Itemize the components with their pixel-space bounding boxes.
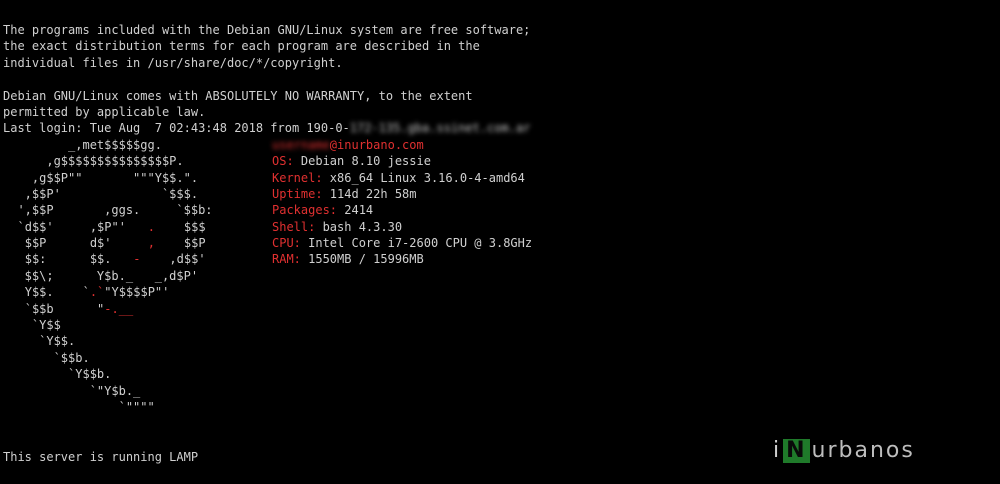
art-row-14: `Y$$b. [3,366,993,382]
debian-swirl-art-line: `$$b "-.__ [24,301,134,316]
sysinfo-key: Uptime: [272,186,323,201]
logo-text-rest: urbanos [811,437,915,463]
sysinfo-uptime: Uptime: 114d 22h 58m [272,186,417,202]
debian-swirl-art-line: `$$b. [3,350,90,365]
sysinfo-value: Debian 8.10 jessie [293,154,431,169]
sysinfo-key: Packages: [272,203,338,218]
art-row-5: `d$$' ,$P"' . $$$ Shell: bash 4.3.30 [3,219,993,235]
sysinfo-key: OS: [272,154,294,169]
sysinfo-os: OS: Debian 8.10 jessie [272,153,431,169]
sysinfo-cpu: CPU: Intel Core i7-2600 CPU @ 3.8GHz [272,235,532,251]
sysinfo-value: 1550MB / 15996MB [300,252,424,267]
art-row-13: `$$b. [3,350,993,366]
logo-letter-i: i [773,437,782,463]
blurred-username: username [272,137,330,152]
user-host-line: username@inurbano.com [272,137,424,153]
inurbanos-logo: i Nurbanos [773,436,915,466]
art-row-0: _,met$$$$$gg. username@inurbano.com [3,137,993,153]
debian-swirl-art-line: `Y$$. [3,334,76,349]
art-row-1: ,g$$$$$$$$$$$$$$$P. OS: Debian 8.10 jess… [3,153,993,169]
sysinfo-value: 2414 [337,203,374,218]
art-row-9: Y$$. `.`"Y$$$$P"' [3,284,993,300]
art-row-10: `$$b "-.__ [3,301,993,317]
art-row-8: $$\; Y$b._ _,d$P' [3,268,993,284]
debian-swirl-art-line: `Y$$b. [3,367,112,382]
debian-swirl-art-line: `d$$' ,$P"' . $$$ [17,219,206,234]
debian-swirl-art-line: _,met$$$$$gg. [3,137,162,152]
debian-swirl-art-line: `"Y$b._ [3,383,141,398]
sysinfo-key: Shell: [272,219,316,234]
motd-line-2: the exact distribution terms for each pr… [3,39,480,54]
art-row-11: `Y$$ [3,317,993,333]
art-row-3: ,$$P' `$$$. Uptime: 114d 22h 58m [3,186,993,202]
debian-swirl-art-line: ,g$$P"" """Y$$.". [3,170,199,185]
motd-line-1: The programs included with the Debian GN… [3,23,531,37]
art-row-4: ',$$P ,ggs. `$$b: Packages: 2414 [3,202,993,218]
logo-letter-n-box: N [783,439,810,463]
debian-swirl-art-line: $$\; Y$b._ _,d$P' [3,268,199,283]
sysinfo-value: Intel Core i7-2600 CPU @ 3.8GHz [300,236,533,251]
motd-line-5: Debian GNU/Linux comes with ABSOLUTELY N… [3,88,473,103]
motd-line-6: permitted by applicable law. [3,104,206,119]
sysinfo-ram: RAM: 1550MB / 15996MB [272,251,424,267]
debian-swirl-art-line: ,$$P' `$$$. [3,186,199,201]
hostname: @inurbano.com [329,137,424,152]
sysinfo-key: CPU: [272,236,301,251]
debian-swirl-art-line: `Y$$ [3,318,61,333]
debian-swirl-art-line: `"""" [3,399,155,414]
sysinfo-value: bash 4.3.30 [315,219,403,234]
motd-blank-line [3,71,993,87]
last-login-line: Last login: Tue Aug 7 02:43:48 2018 from… [3,120,993,136]
debian-swirl-art-line: ',$$P ,ggs. `$$b: [3,203,213,218]
art-row-7: $$: $$. - ,d$$' RAM: 1550MB / 15996MB [3,251,993,267]
sysinfo-packages: Packages: 2414 [272,202,373,218]
debian-swirl-art-line: ,g$$$$$$$$$$$$$$$P. [3,154,184,169]
debian-swirl-art-line: $$: $$. - ,d$$' [24,252,206,267]
last-login-host-blurred: 172-135.gba.ssinet.com.ar [349,121,531,136]
sysinfo-shell: Shell: bash 4.3.30 [272,219,402,235]
sysinfo-value: 114d 22h 58m [322,186,417,201]
art-row-16: `"""" [3,399,993,415]
sysinfo-key: Kernel: [272,170,323,185]
art-row-2: ,g$$P"" """Y$$.". Kernel: x86_64 Linux 3… [3,170,993,186]
motd-line-3: individual files in /usr/share/doc/*/cop… [3,55,343,70]
sysinfo-value: x86_64 Linux 3.16.0-4-amd64 [322,170,525,185]
sysinfo-kernel: Kernel: x86_64 Linux 3.16.0-4-amd64 [272,170,525,186]
art-row-12: `Y$$. [3,333,993,349]
debian-swirl-art-line: $$P d$' , $$P [24,236,206,251]
art-row-15: `"Y$b._ [3,383,993,399]
terminal-window[interactable]: The programs included with the Debian GN… [3,22,993,482]
sysinfo-key: RAM: [272,252,301,267]
debian-swirl-art-line: Y$$. `.`"Y$$$$P"' [24,285,170,300]
art-row-6: $$P d$' , $$P CPU: Intel Core i7-2600 CP… [3,235,993,251]
server-status-line: This server is running LAMP [3,450,199,464]
last-login-prefix: Last login: Tue Aug 7 02:43:48 2018 from… [3,121,350,136]
